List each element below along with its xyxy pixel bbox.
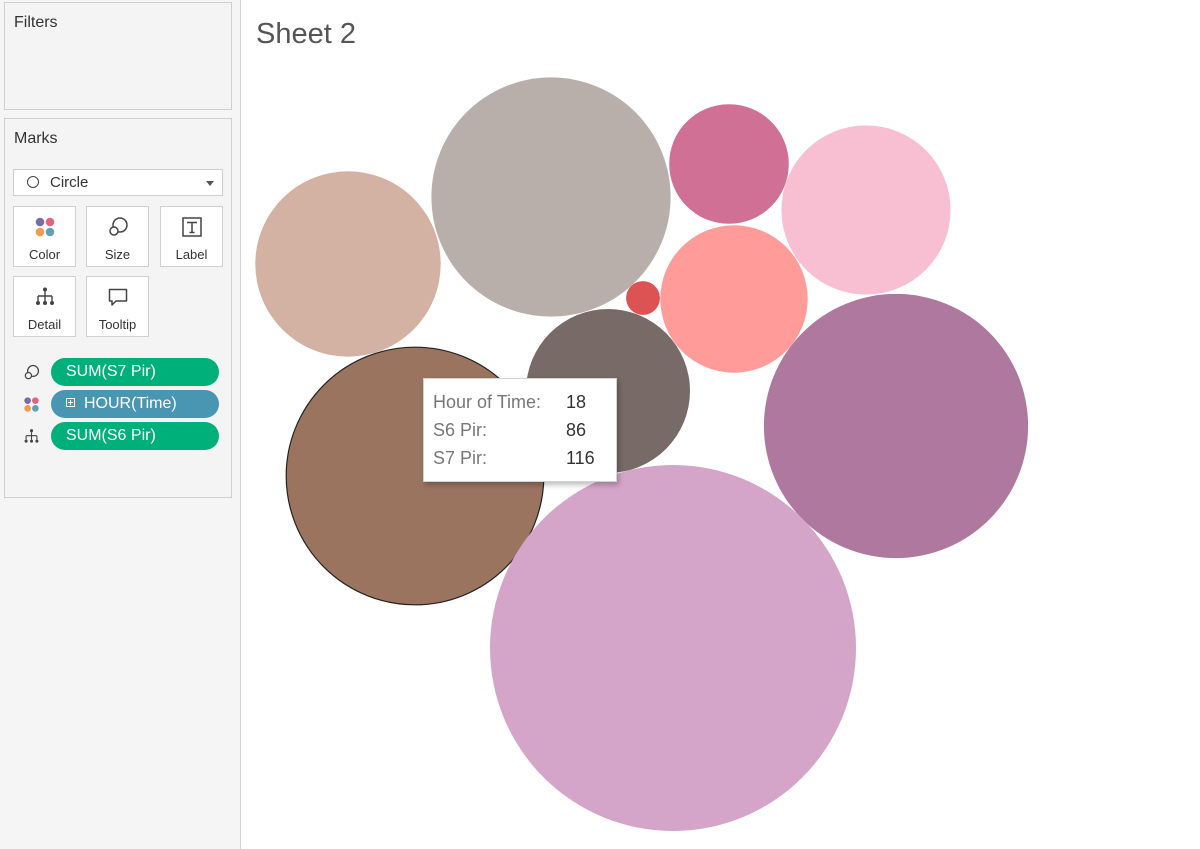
label-button-label: Label <box>175 247 208 262</box>
size-pill-row: SUM(S7 Pir) <box>23 358 223 386</box>
color-palette-icon <box>24 397 39 412</box>
bubble-mark[interactable] <box>626 281 660 315</box>
mark-type-label: Circle <box>50 174 89 191</box>
bubble-mark[interactable] <box>781 125 951 295</box>
bubble-mark[interactable] <box>660 225 808 373</box>
color-palette-icon <box>35 217 54 237</box>
detail-tree-icon <box>35 287 54 305</box>
bubble-mark[interactable] <box>669 104 789 224</box>
bubble-chart <box>255 77 1029 831</box>
filters-title: Filters <box>14 14 58 31</box>
color-button[interactable]: Color <box>13 206 76 267</box>
tooltip-key: S7 Pir: <box>433 448 488 468</box>
circle-mark-icon <box>27 176 39 188</box>
tooltip-button-label: Tooltip <box>98 317 137 332</box>
filters-card[interactable]: Filters <box>4 2 232 110</box>
tooltip-row-s7: S7 Pir: 116 <box>433 448 613 472</box>
tooltip-button[interactable]: Tooltip <box>86 276 149 337</box>
color-pill-row: HOUR(Time) <box>23 390 223 418</box>
tooltip-row-s6: S6 Pir: 86 <box>433 420 613 444</box>
detail-tree-icon <box>24 429 39 443</box>
text-label-icon <box>181 217 202 237</box>
expand-plus-icon <box>66 398 75 407</box>
chevron-down-icon <box>206 181 214 186</box>
bubble-mark[interactable] <box>255 171 441 357</box>
bubble-mark[interactable] <box>431 77 671 317</box>
color-pill-label: HOUR(Time) <box>84 395 177 412</box>
tooltip-speech-icon <box>108 288 127 306</box>
size-button[interactable]: Size <box>86 206 149 267</box>
worksheet: Sheet 2 <box>240 0 1200 849</box>
color-pill[interactable]: HOUR(Time) <box>51 390 219 418</box>
tooltip-value: 116 <box>566 448 595 468</box>
tooltip: Hour of Time: 18 S6 Pir: 86 S7 Pir: 116 <box>423 378 617 482</box>
label-button[interactable]: Label <box>160 206 223 267</box>
size-icon <box>24 364 40 380</box>
tooltip-value: 18 <box>566 392 587 412</box>
detail-button-label: Detail <box>27 317 62 332</box>
bubble-mark[interactable] <box>763 293 1029 559</box>
size-pill[interactable]: SUM(S7 Pir) <box>51 358 219 386</box>
mark-type-dropdown[interactable]: Circle <box>13 169 223 196</box>
detail-pill[interactable]: SUM(S6 Pir) <box>51 422 219 450</box>
tooltip-value: 86 <box>566 420 587 440</box>
marks-card: Marks Circle Color Size Label Detail Too… <box>4 118 232 498</box>
marks-title: Marks <box>14 130 58 147</box>
tooltip-key: S6 Pir: <box>433 420 488 440</box>
detail-pill-row: SUM(S6 Pir) <box>23 422 223 450</box>
size-button-label: Size <box>104 247 131 262</box>
tooltip-key: Hour of Time: <box>433 392 542 412</box>
size-icon <box>108 217 128 236</box>
color-button-label: Color <box>28 247 61 262</box>
tooltip-row-hour: Hour of Time: 18 <box>433 392 613 416</box>
detail-button[interactable]: Detail <box>13 276 76 337</box>
bubble-mark[interactable] <box>490 465 856 831</box>
